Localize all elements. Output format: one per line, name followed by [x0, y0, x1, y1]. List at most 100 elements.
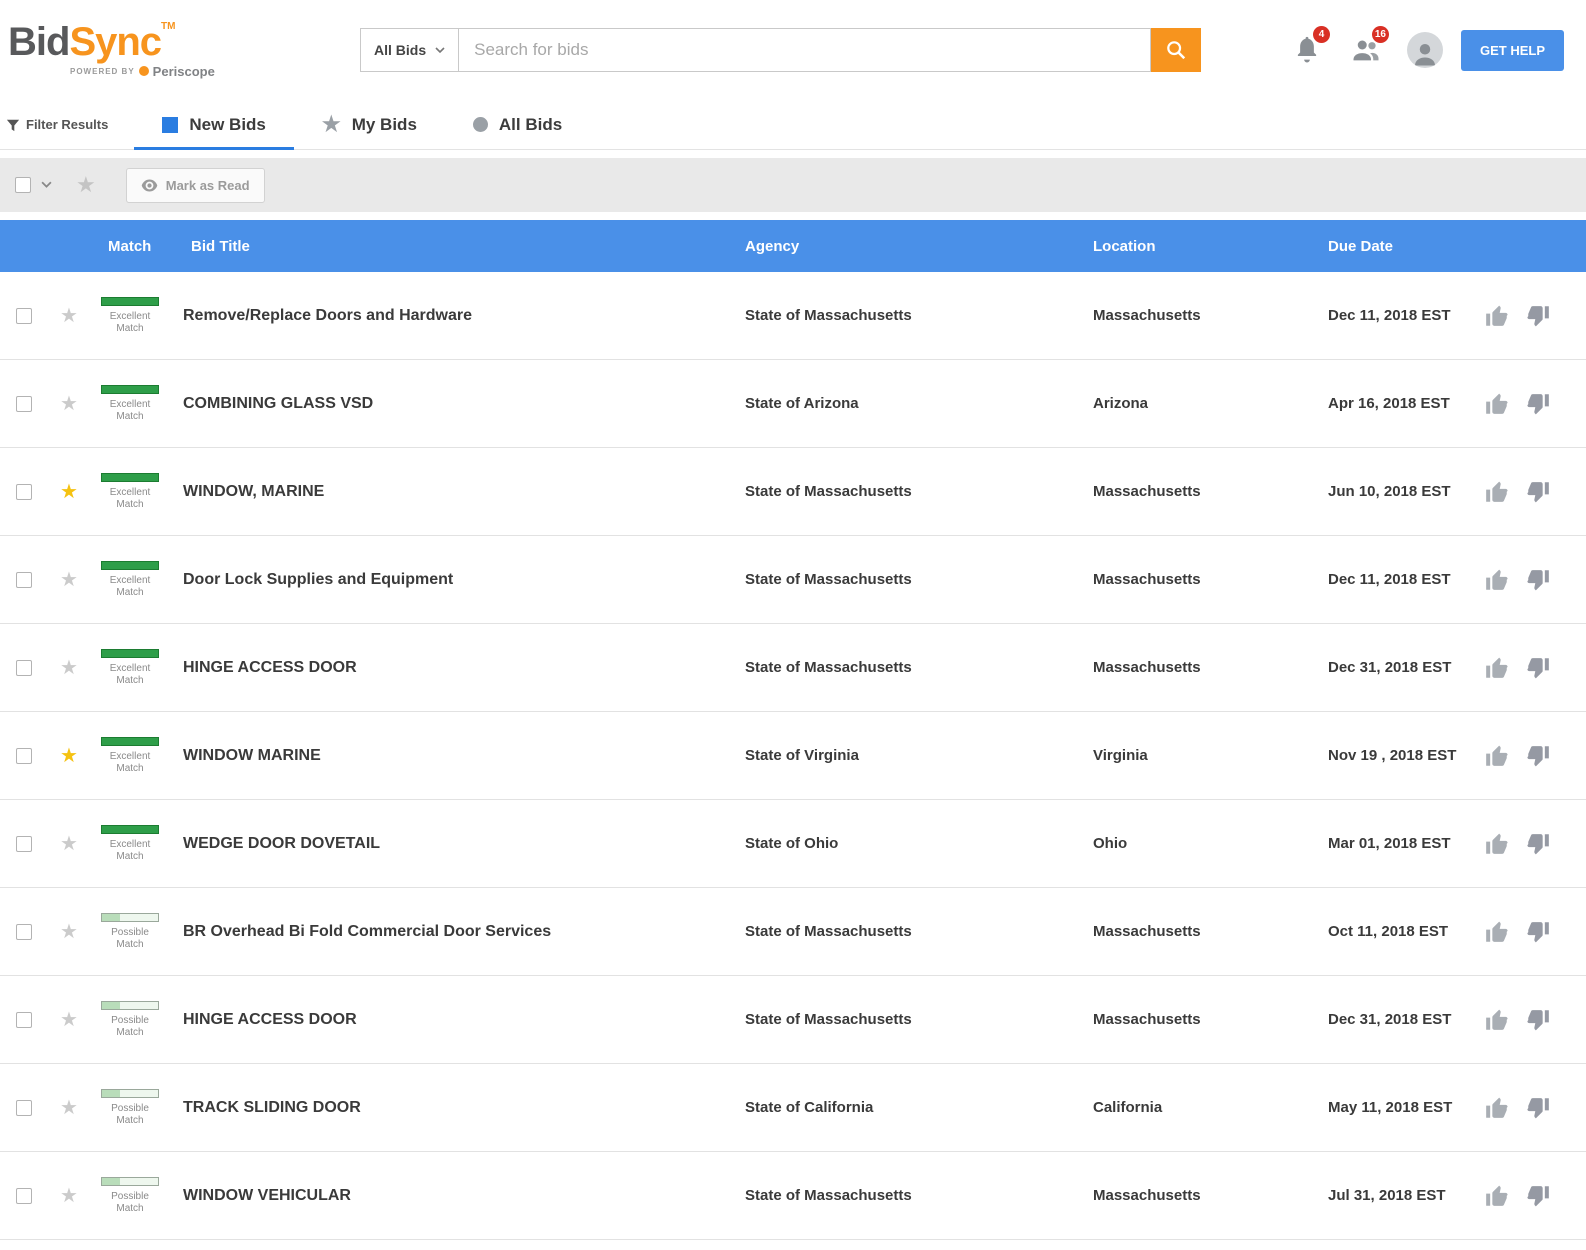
thumbs-up-button[interactable]: [1484, 1007, 1510, 1033]
thumbs-up-button[interactable]: [1484, 655, 1510, 681]
bid-title-link[interactable]: Door Lock Supplies and Equipment: [183, 571, 737, 589]
tab-all-bids[interactable]: All Bids: [445, 100, 590, 149]
thumbs-down-icon: [1527, 921, 1549, 942]
row-checkbox-cell: [0, 1187, 48, 1204]
thumbs-down-button[interactable]: [1525, 831, 1551, 857]
thumbs-down-button[interactable]: [1525, 303, 1551, 329]
thumbs-up-button[interactable]: [1484, 1095, 1510, 1121]
bid-title-link[interactable]: WINDOW VEHICULAR: [183, 1187, 737, 1205]
bid-title-link[interactable]: WINDOW, MARINE: [183, 483, 737, 501]
thumbs-up-button[interactable]: [1484, 479, 1510, 505]
star-toggle[interactable]: ★: [60, 394, 78, 414]
row-checkbox[interactable]: [16, 923, 32, 940]
star-toggle[interactable]: ★: [60, 1010, 78, 1030]
star-toggle[interactable]: ★: [60, 482, 78, 502]
bid-title-link[interactable]: Remove/Replace Doors and Hardware: [183, 307, 737, 325]
row-checkbox[interactable]: [16, 659, 32, 676]
thumbs-down-button[interactable]: [1525, 391, 1551, 417]
star-toggle[interactable]: ★: [60, 1186, 78, 1206]
thumbs-down-button[interactable]: [1525, 1007, 1551, 1033]
row-checkbox[interactable]: [16, 571, 32, 588]
account-button[interactable]: [1402, 26, 1448, 74]
thumbs-down-button[interactable]: [1525, 743, 1551, 769]
column-header-due-date[interactable]: Due Date: [1320, 238, 1480, 255]
star-filter-button[interactable]: ★: [76, 174, 96, 196]
thumbs-down-button[interactable]: [1525, 1095, 1551, 1121]
column-header-match[interactable]: Match: [90, 238, 183, 255]
tab-new-bids[interactable]: New Bids: [134, 100, 294, 150]
bid-location: Massachusetts: [1093, 307, 1201, 324]
thumbs-down-button[interactable]: [1525, 919, 1551, 945]
bid-agency: State of Arizona: [745, 395, 859, 412]
table-header-row: Match Bid Title Agency Location Due Date: [0, 220, 1586, 272]
thumbs-up-button[interactable]: [1484, 567, 1510, 593]
match-label-line2: Match: [116, 410, 144, 422]
bid-title-link[interactable]: HINGE ACCESS DOOR: [183, 1011, 737, 1029]
select-all-checkbox[interactable]: [15, 177, 31, 193]
row-checkbox[interactable]: [16, 1099, 32, 1116]
thumbs-down-button[interactable]: [1525, 655, 1551, 681]
thumbs-up-button[interactable]: [1484, 831, 1510, 857]
mark-as-read-button[interactable]: Mark as Read: [125, 167, 265, 203]
thumbs-up-button[interactable]: [1484, 1183, 1510, 1209]
bid-title-link[interactable]: BR Overhead Bi Fold Commercial Door Serv…: [183, 923, 737, 941]
bid-due-date: Nov 19 , 2018 EST: [1328, 747, 1457, 764]
thumbs-up-button[interactable]: [1484, 919, 1510, 945]
thumbs-down-button[interactable]: [1525, 479, 1551, 505]
bid-due-date: Dec 11, 2018 EST: [1328, 571, 1451, 588]
column-header-location[interactable]: Location: [1085, 238, 1320, 255]
star-toggle[interactable]: ★: [60, 306, 78, 326]
notifications-button[interactable]: 4: [1284, 26, 1330, 74]
row-star-cell: ★: [48, 570, 90, 590]
row-checkbox[interactable]: [16, 307, 32, 324]
thumbs-up-button[interactable]: [1484, 391, 1510, 417]
bidsync-logo[interactable]: BidSyncTM POWERED BY Periscope: [8, 21, 360, 79]
search-scope-dropdown[interactable]: All Bids: [360, 28, 460, 72]
star-toggle[interactable]: ★: [60, 1098, 78, 1118]
row-checkbox[interactable]: [16, 483, 32, 500]
contacts-button[interactable]: 16: [1343, 26, 1389, 74]
bid-agency: State of Massachusetts: [745, 307, 912, 324]
column-header-bid-title[interactable]: Bid Title: [183, 238, 737, 255]
match-bar-fill: [102, 825, 158, 833]
thumbs-down-button[interactable]: [1525, 1183, 1551, 1209]
search-input[interactable]: [459, 28, 1152, 72]
thumbs-up-button[interactable]: [1484, 303, 1510, 329]
row-feedback-cell: [1480, 479, 1586, 505]
bid-due-date: Jul 31, 2018 EST: [1328, 1187, 1446, 1204]
bid-title-link[interactable]: WEDGE DOOR DOVETAIL: [183, 835, 737, 853]
bid-agency: State of Virginia: [745, 747, 859, 764]
column-header-agency[interactable]: Agency: [737, 238, 1085, 255]
row-star-cell: ★: [48, 658, 90, 678]
row-checkbox[interactable]: [16, 747, 32, 764]
match-label-line1: Excellent: [109, 486, 151, 498]
row-checkbox[interactable]: [16, 1011, 32, 1028]
star-toggle[interactable]: ★: [60, 658, 78, 678]
thumbs-up-button[interactable]: [1484, 743, 1510, 769]
row-checkbox[interactable]: [16, 1187, 32, 1204]
bid-agency: State of Massachusetts: [745, 659, 912, 676]
tab-my-bids[interactable]: ★ My Bids: [294, 100, 445, 149]
star-toggle[interactable]: ★: [60, 922, 78, 942]
match-label-line1: Excellent: [109, 398, 151, 410]
bid-title-link[interactable]: COMBINING GLASS VSD: [183, 395, 737, 413]
bid-title-link[interactable]: WINDOW MARINE: [183, 747, 737, 765]
star-toggle[interactable]: ★: [60, 570, 78, 590]
search-bar: All Bids: [360, 28, 1202, 72]
star-toggle[interactable]: ★: [60, 834, 78, 854]
match-indicator: Excellent Match: [101, 472, 159, 511]
search-button[interactable]: [1151, 28, 1202, 72]
get-help-button[interactable]: GET HELP: [1460, 29, 1564, 71]
thumbs-down-button[interactable]: [1525, 567, 1551, 593]
select-dropdown-chevron-icon[interactable]: [41, 181, 52, 189]
tab-all-bids-label: All Bids: [498, 114, 563, 134]
filter-results-button[interactable]: Filter Results: [0, 100, 134, 149]
row-checkbox[interactable]: [16, 395, 32, 412]
bid-location: Arizona: [1093, 395, 1149, 412]
bid-title-link[interactable]: HINGE ACCESS DOOR: [183, 659, 737, 677]
match-cell: Excellent Match: [90, 384, 183, 423]
star-toggle[interactable]: ★: [60, 746, 78, 766]
bid-title-link[interactable]: TRACK SLIDING DOOR: [183, 1099, 737, 1117]
bid-agency: State of California: [745, 1099, 874, 1116]
row-checkbox[interactable]: [16, 835, 32, 852]
